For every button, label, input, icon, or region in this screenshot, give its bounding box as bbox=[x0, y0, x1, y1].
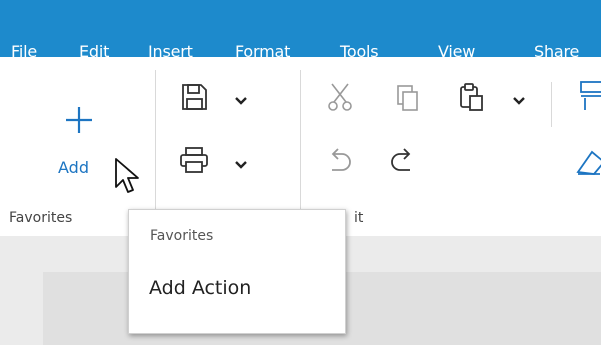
popup-title: Favorites bbox=[150, 228, 214, 244]
favorites-popup: Favorites Add Action bbox=[128, 209, 346, 334]
redo-icon[interactable] bbox=[388, 148, 418, 174]
add-action-menu-item[interactable]: Add Action bbox=[149, 277, 251, 299]
paste-icon[interactable] bbox=[458, 82, 486, 112]
plus-icon bbox=[66, 107, 92, 133]
ribbon-separator bbox=[155, 70, 156, 210]
chevron-down-icon[interactable] bbox=[234, 160, 248, 170]
ribbon-separator bbox=[300, 70, 301, 210]
format-painter-icon[interactable] bbox=[575, 80, 601, 114]
print-icon[interactable] bbox=[179, 146, 209, 174]
mouse-pointer-icon bbox=[115, 158, 139, 193]
chevron-down-icon[interactable] bbox=[512, 96, 526, 106]
undo-icon[interactable] bbox=[324, 148, 354, 174]
ribbon-group-favorites-label: Favorites bbox=[9, 210, 73, 226]
ribbon-group-edit-label: it bbox=[354, 210, 364, 226]
eraser-icon[interactable] bbox=[576, 144, 601, 178]
copy-icon[interactable] bbox=[396, 84, 420, 112]
add-button-label: Add bbox=[58, 158, 89, 177]
menu-bar: File Edit Insert Format Tools View Share bbox=[0, 0, 601, 61]
chevron-down-icon[interactable] bbox=[234, 96, 248, 106]
save-icon[interactable] bbox=[180, 82, 208, 112]
cut-icon[interactable] bbox=[326, 82, 354, 112]
ribbon-separator bbox=[551, 82, 552, 127]
workspace-left-edge bbox=[0, 236, 10, 345]
